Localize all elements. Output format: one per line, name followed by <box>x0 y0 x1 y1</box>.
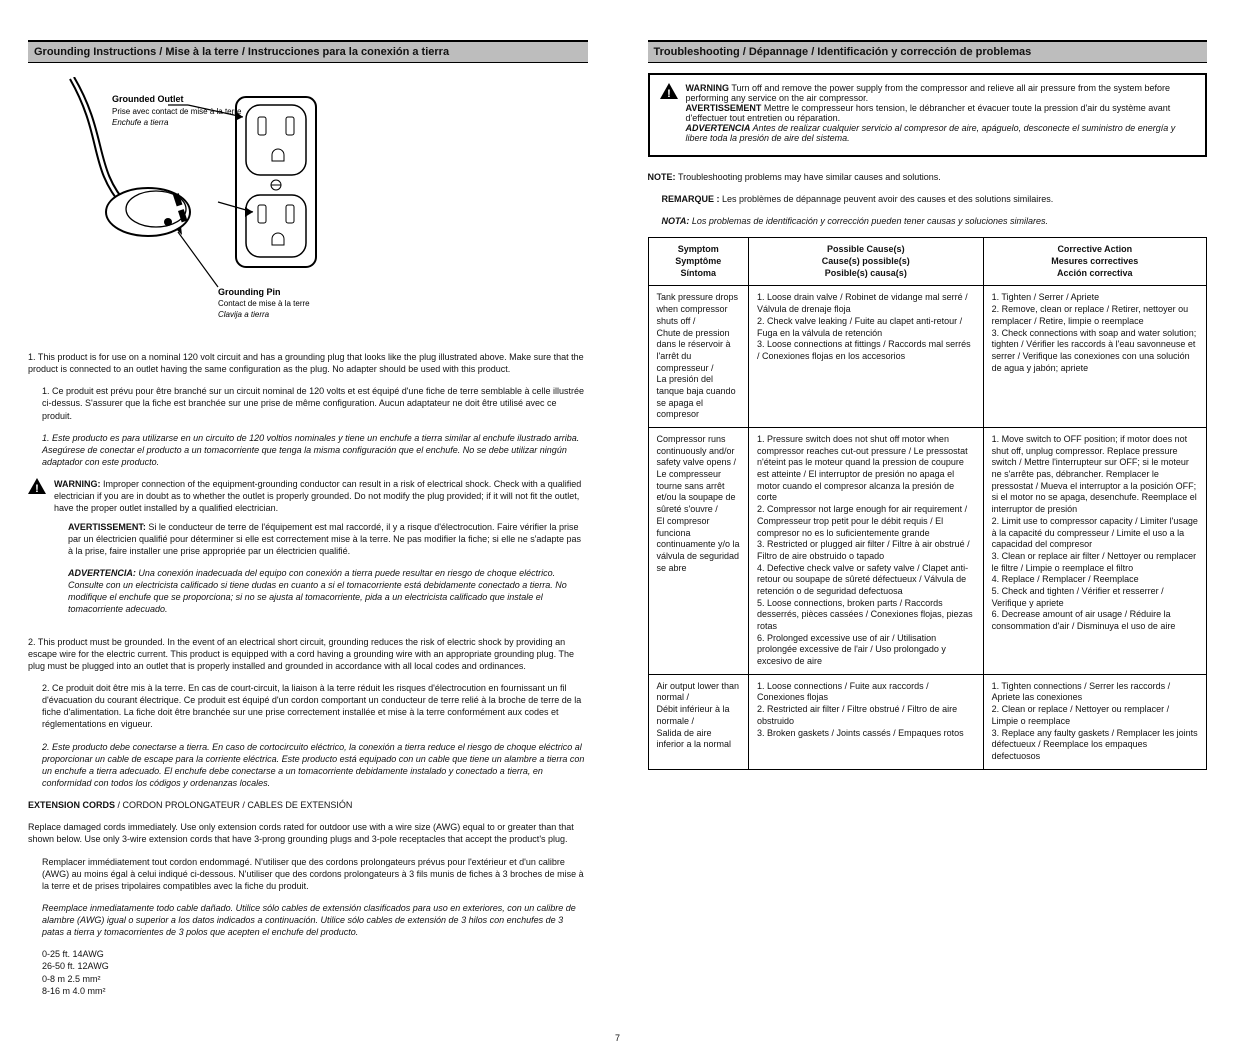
ext-heading-rest: / CORDON PROLONGATEUR / CABLES DE EXTENS… <box>115 800 352 810</box>
service-warning-callout: ! WARNING Turn off and remove the power … <box>648 73 1208 157</box>
warning-label-en: WARNING: <box>54 479 103 489</box>
note-fr-label: REMARQUE : <box>662 194 723 204</box>
th-cause-text: Possible Cause(s)Cause(s) possible(s)Pos… <box>757 244 975 279</box>
para1-fr: 1. Ce produit est prévu pour être branch… <box>28 385 588 421</box>
cell-cause: 1. Loose connections / Fuite aux raccord… <box>749 674 984 769</box>
table-row: Compressor runs continuously and/or safe… <box>648 428 1207 675</box>
th-cause: Possible Cause(s)Cause(s) possible(s)Pos… <box>749 238 984 286</box>
warning-triangle-icon: ! <box>660 83 678 99</box>
plug-outlet-illustration: Grounded Outlet Prise avec contact de mi… <box>28 73 588 345</box>
th-action: Corrective ActionMesures correctivesAcci… <box>983 238 1206 286</box>
warning-body-en: Improper connection of the equipment-gro… <box>54 479 581 513</box>
label-grounding-pin-en: Grounding Pin <box>218 287 281 297</box>
ext-heading-en: EXTENSION CORDS <box>28 800 115 810</box>
right-column: Troubleshooting / Dépannage / Identifica… <box>648 40 1208 1007</box>
callout-es: ADVERTENCIA Antes de realizar cualquier … <box>686 123 1196 143</box>
grounding-heading-en: Grounding Instructions <box>34 46 156 58</box>
para1-en: 1. This product is for use on a nominal … <box>28 351 588 375</box>
plug-outlet-svg: Grounded Outlet Prise avec contact de mi… <box>68 77 328 337</box>
ts-heading-en: Troubleshooting <box>654 46 740 58</box>
ext-spec-0: 0-25 ft. 14AWG <box>42 948 588 960</box>
grounding-heading-rest: / Mise à la terre / Instrucciones para l… <box>156 46 449 58</box>
cell-symptom: Tank pressure drops when compressor shut… <box>648 286 749 428</box>
cell-cause: 1. Pressure switch does not shut off mot… <box>749 428 984 675</box>
warning-fr: AVERTISSEMENT: Si le conducteur de terre… <box>54 521 588 557</box>
note-es: NOTA: Los problemas de identificación y … <box>648 215 1208 227</box>
label-grounding-pin-fr: Contact de mise à la terre <box>218 299 310 308</box>
warning-en: WARNING: Improper connection of the equi… <box>54 478 588 514</box>
ext-fr: Remplacer immédiatement tout cordon endo… <box>28 856 588 892</box>
warning-label-fr: AVERTISSEMENT: <box>68 522 148 532</box>
callout-warn-row: ! WARNING Turn off and remove the power … <box>660 83 1196 143</box>
table-row: Air output lower than normal /Débit infé… <box>648 674 1207 769</box>
note-fr: REMARQUE : Les problèmes de dépannage pe… <box>648 193 1208 205</box>
warning-body-es: Una conexión inadecuada del equipo con c… <box>68 568 567 614</box>
note-en-label: NOTE: <box>648 172 679 182</box>
ts-heading-rest: / Dépannage / Identificación y correcció… <box>740 46 1032 58</box>
label-grounded-outlet-es: Enchufe a tierra <box>112 118 169 127</box>
ext-spec-2: 0-8 m 2.5 mm² <box>42 973 588 985</box>
callout-en-label: WARNING <box>686 83 730 93</box>
callout-fr-label: AVERTISSEMENT <box>686 103 762 113</box>
cell-action: 1. Move switch to OFF position; if motor… <box>983 428 1206 675</box>
svg-text:!: ! <box>667 88 671 99</box>
svg-text:!: ! <box>35 483 39 494</box>
label-grounded-outlet-fr: Prise avec contact de mise à la terre <box>112 107 242 116</box>
ext-heading: EXTENSION CORDS / CORDON PROLONGATEUR / … <box>28 799 588 811</box>
warning-label-es: ADVERTENCIA: <box>68 568 138 578</box>
cell-action: 1. Tighten / Serrer / Apriete2. Remove, … <box>983 286 1206 428</box>
callout-es-body: Antes de realizar cualquier servicio al … <box>686 123 1176 143</box>
th-symptom: SymptomSymptômeSíntoma <box>648 238 749 286</box>
note-en: NOTE: Troubleshooting problems may have … <box>648 171 1208 183</box>
label-grounding-pin-es: Clavija a tierra <box>218 310 270 319</box>
para2-es: 2. Este producto debe conectarse a tierr… <box>28 741 588 790</box>
cell-action: 1. Tighten connections / Serrer les racc… <box>983 674 1206 769</box>
warning-text-block: WARNING: Improper connection of the equi… <box>54 478 588 625</box>
left-column: Grounding Instructions / Mise à la terre… <box>28 40 588 1007</box>
th-symptom-text: SymptomSymptômeSíntoma <box>657 244 741 279</box>
ext-en: Replace damaged cords immediately. Use o… <box>28 821 588 845</box>
callout-en-body: Turn off and remove the power supply fro… <box>686 83 1171 103</box>
cell-symptom: Air output lower than normal /Débit infé… <box>648 674 749 769</box>
note-fr-body: Les problèmes de dépannage peuvent avoir… <box>722 194 1053 204</box>
ext-spec-1: 26-50 ft. 12AWG <box>42 960 588 972</box>
ext-spec-3: 8-16 m 4.0 mm² <box>42 985 588 997</box>
cell-cause: 1. Loose drain valve / Robinet de vidang… <box>749 286 984 428</box>
grounding-heading: Grounding Instructions / Mise à la terre… <box>28 40 588 63</box>
note-es-body: Los problemas de identificación y correc… <box>692 216 1048 226</box>
th-action-text: Corrective ActionMesures correctivesAcci… <box>992 244 1198 279</box>
label-grounded-outlet-en: Grounded Outlet <box>112 94 184 104</box>
para2-fr: 2. Ce produit doit être mis à la terre. … <box>28 682 588 731</box>
warning-es: ADVERTENCIA: Una conexión inadecuada del… <box>54 567 588 616</box>
note-es-label: NOTA: <box>662 216 692 226</box>
table-header-row: SymptomSymptômeSíntoma Possible Cause(s)… <box>648 238 1207 286</box>
troubleshooting-heading: Troubleshooting / Dépannage / Identifica… <box>648 40 1208 63</box>
troubleshooting-table: SymptomSymptômeSíntoma Possible Cause(s)… <box>648 237 1208 769</box>
para2-en: 2. This product must be grounded. In the… <box>28 636 588 672</box>
cell-symptom: Compressor runs continuously and/or safe… <box>648 428 749 675</box>
para1-es: 1. Este producto es para utilizarse en u… <box>28 432 588 468</box>
note-en-body: Troubleshooting problems may have simila… <box>678 172 941 182</box>
warning-triangle-icon: ! <box>28 478 46 494</box>
ext-specs: 0-25 ft. 14AWG 26-50 ft. 12AWG 0-8 m 2.5… <box>28 948 588 997</box>
table-row: Tank pressure drops when compressor shut… <box>648 286 1207 428</box>
ext-es: Reemplace inmediatamente todo cable daña… <box>28 902 588 938</box>
page: Grounding Instructions / Mise à la terre… <box>0 0 1235 1027</box>
callout-en: WARNING Turn off and remove the power su… <box>686 83 1196 103</box>
warning-row: ! WARNING: Improper connection of the eq… <box>28 478 588 625</box>
callout-fr: AVERTISSEMENT Mettre le compresseur hors… <box>686 103 1196 123</box>
page-number: 7 <box>0 1027 1235 1061</box>
callout-text: WARNING Turn off and remove the power su… <box>686 83 1196 143</box>
callout-es-label: ADVERTENCIA <box>686 123 751 133</box>
